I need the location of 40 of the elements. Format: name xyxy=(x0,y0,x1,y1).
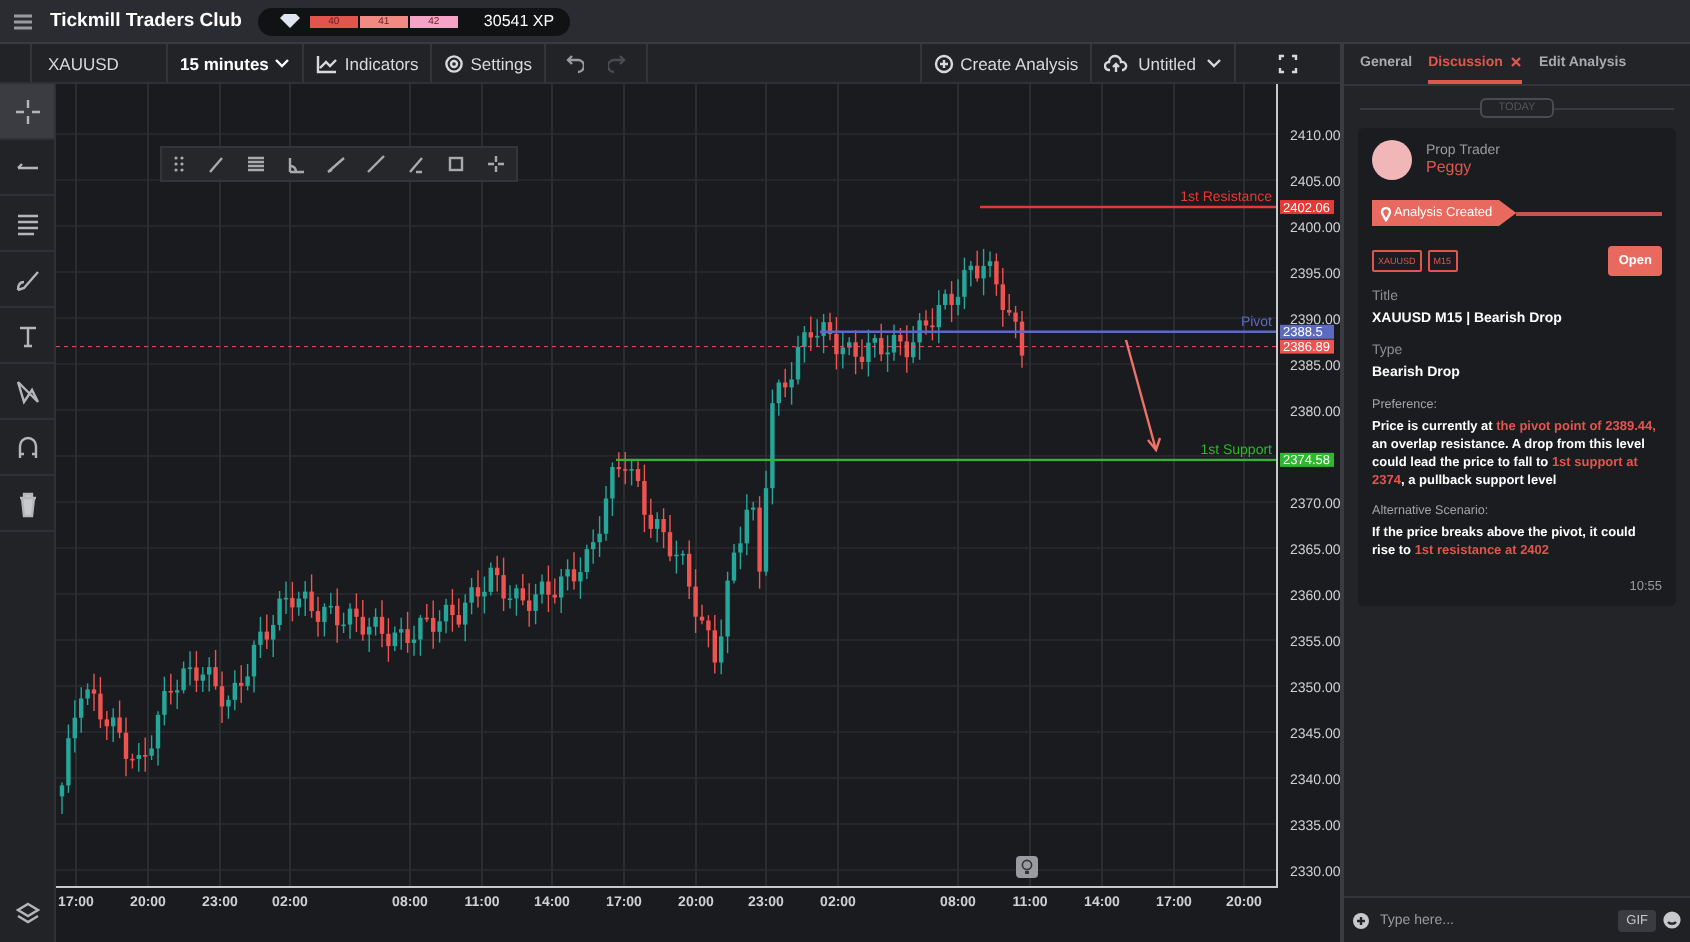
avatar xyxy=(1372,140,1412,180)
symbol-label: XAUUSD xyxy=(32,44,168,82)
crosshair-icon[interactable] xyxy=(486,154,506,174)
measure-icon[interactable] xyxy=(406,154,426,174)
arrow-drawing xyxy=(1124,338,1162,453)
create-analysis-button[interactable]: Create Analysis xyxy=(920,44,1093,82)
xp-count: 30541 XP xyxy=(483,12,555,30)
drag-handle-icon[interactable] xyxy=(172,154,186,174)
layers-icon[interactable] xyxy=(15,901,39,923)
settings-button[interactable]: Settings xyxy=(432,44,546,82)
layout-dropdown[interactable]: Untitled xyxy=(1092,44,1236,82)
ray-icon[interactable] xyxy=(326,154,346,174)
chevron-down-icon xyxy=(274,58,291,68)
crosshair-tool[interactable] xyxy=(0,84,54,140)
author-name: Peggy xyxy=(1426,158,1474,176)
pin-icon xyxy=(1380,205,1392,221)
app-title: Tickmill Traders Club xyxy=(50,10,242,32)
close-icon[interactable] xyxy=(1510,56,1523,68)
settings-icon xyxy=(444,53,465,73)
interval-dropdown[interactable]: 15 minutes xyxy=(168,44,305,82)
chevron-down-icon xyxy=(1206,58,1222,68)
crosshair-icon xyxy=(13,97,41,125)
pen-icon[interactable] xyxy=(206,154,226,174)
pattern-icon xyxy=(13,377,41,405)
indicators-button[interactable]: Indicators xyxy=(304,44,433,82)
plus-circle-icon xyxy=(934,53,955,73)
line-tool-icon[interactable] xyxy=(366,154,386,174)
diamond-icon xyxy=(277,12,302,30)
square-icon[interactable] xyxy=(446,154,466,174)
emoji-icon[interactable] xyxy=(1662,910,1682,930)
angle-icon[interactable] xyxy=(286,154,306,174)
fullscreen-icon xyxy=(1278,53,1298,73)
undo-icon[interactable] xyxy=(565,53,584,73)
parallel-lines-icon xyxy=(13,209,41,237)
cloud-upload-icon xyxy=(1104,53,1129,73)
chart-line-icon xyxy=(316,53,339,73)
add-icon[interactable] xyxy=(1352,911,1370,929)
menu-icon[interactable] xyxy=(12,11,34,31)
magnet-icon xyxy=(13,433,41,461)
lines-icon[interactable] xyxy=(246,154,266,174)
